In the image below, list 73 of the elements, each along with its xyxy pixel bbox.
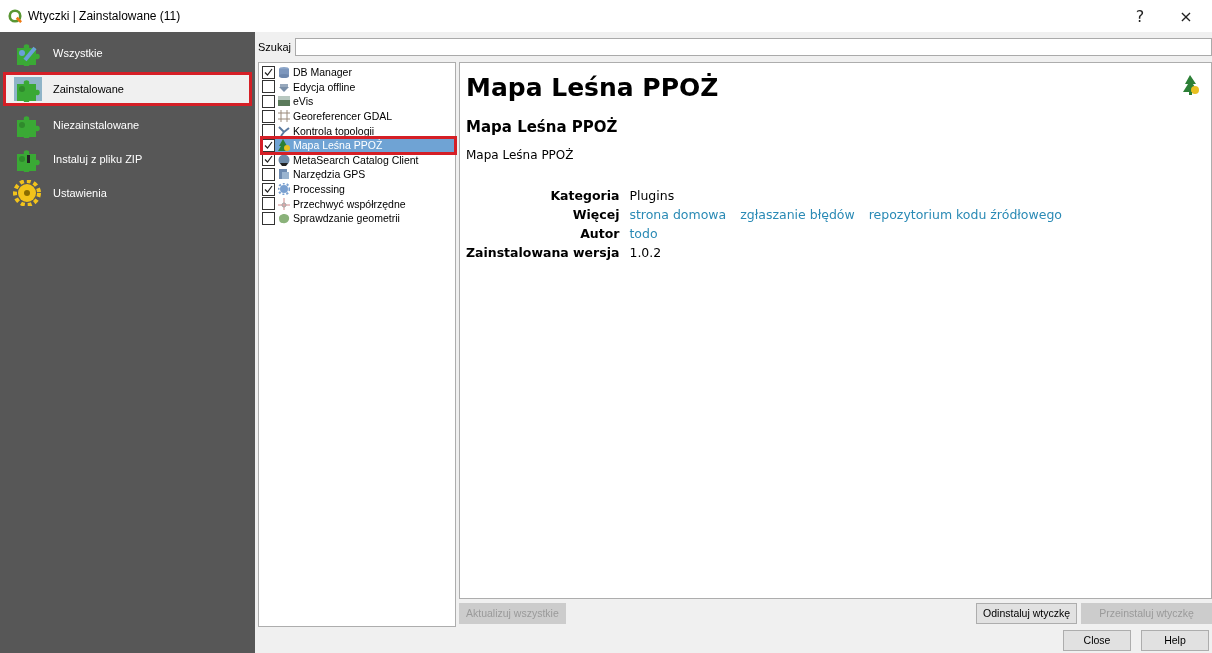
plugin-item[interactable]: Processing	[262, 181, 455, 197]
sidebar-label: Ustawienia	[53, 187, 107, 199]
checkbox[interactable]	[262, 95, 275, 108]
blob-icon	[278, 212, 290, 225]
action-button[interactable]: Odinstaluj wtyczkę	[976, 602, 1077, 624]
sidebar-item[interactable]: Zainstalowane	[3, 72, 252, 106]
field-value: Plugins	[629, 188, 675, 203]
plugin-name: Sprawdzanie geometrii	[293, 212, 400, 225]
link[interactable]: zgłaszanie błędów	[740, 207, 855, 222]
plugin-item[interactable]: Sprawdzanie geometrii	[262, 210, 455, 226]
plugin-item[interactable]: Przechwyć współrzędne	[262, 196, 455, 211]
search-field[interactable]	[295, 38, 1212, 56]
globe-icon	[278, 153, 290, 166]
tree-icon	[278, 139, 290, 152]
plugin-name: Kontrola topologii	[293, 124, 375, 137]
checkbox[interactable]	[262, 211, 275, 225]
window-title: Wtyczki | Zainstalowane (11)	[28, 9, 182, 23]
help-button[interactable]: ?	[1120, 2, 1160, 30]
plugin-item[interactable]: Narzędzia GPS	[262, 167, 455, 182]
checkbox[interactable]	[262, 167, 275, 181]
gear-icon	[278, 183, 290, 196]
app-logo-icon	[8, 9, 22, 23]
plugin-name: DB Manager	[293, 66, 352, 79]
plugin-name: Edycja offline	[293, 80, 356, 93]
plugin-title: Mapa Leśna PPOŻ	[466, 73, 719, 102]
link[interactable]: todo	[629, 226, 658, 241]
puzzle-icon	[13, 76, 43, 102]
checkbox[interactable]	[262, 182, 275, 196]
plugin-item[interactable]: MetaSearch Catalog Client	[262, 152, 455, 168]
link[interactable]: strona domowa	[629, 207, 727, 222]
field-label: Kategoria	[549, 188, 620, 203]
checkbox[interactable]	[262, 80, 275, 94]
plugin-name: Processing	[293, 183, 345, 196]
database-icon	[278, 66, 290, 79]
plugin-name: MetaSearch Catalog Client	[293, 153, 419, 166]
plugin-name: Narzędzia GPS	[293, 168, 366, 181]
plugin-item[interactable]: Edycja offline	[262, 79, 455, 95]
checkbox[interactable]	[262, 65, 275, 79]
field-label: Autor	[579, 226, 620, 241]
plugin-item[interactable]: DB Manager	[262, 65, 455, 80]
checkbox[interactable]	[262, 138, 275, 152]
checkbox[interactable]	[262, 109, 275, 123]
field-label: Zainstalowana wersja	[466, 245, 620, 260]
action-button[interactable]: Close	[1063, 629, 1131, 651]
plugin-name: Przechwyć współrzędne	[293, 197, 406, 210]
close-button[interactable]: ×	[1166, 2, 1206, 30]
plugin-item[interactable]: Kontrola topologii	[262, 123, 455, 138]
sidebar-label: Niezainstalowane	[53, 119, 140, 131]
sidebar-item[interactable]: Ustawienia	[3, 178, 252, 208]
plugin-name: eVis	[293, 95, 314, 108]
sidebar-label: Zainstalowane	[53, 83, 124, 95]
plugin-item[interactable]: eVis	[262, 94, 455, 109]
plugin-subtitle: Mapa Leśna PPOŻ	[466, 118, 619, 136]
field-label: Więcej	[571, 207, 620, 222]
tree-icon	[1183, 75, 1199, 95]
landscape-icon	[278, 95, 290, 108]
plugin-name: Mapa Leśna PPOŻ	[293, 139, 383, 152]
plugin-description: Mapa Leśna PPOŻ	[466, 148, 575, 162]
sidebar-item[interactable]: Niezainstalowane	[3, 110, 252, 140]
sidebar-item[interactable]: Instaluj z pliku ZIP	[3, 144, 252, 174]
checkbox[interactable]	[262, 197, 275, 211]
sidebar-item[interactable]: Wszystkie	[3, 38, 252, 68]
search-label: Szukaj	[258, 41, 292, 53]
gear-icon	[13, 180, 43, 206]
plugin-item[interactable]: Georeferencer GDAL	[262, 108, 455, 124]
action-button[interactable]: Help	[1141, 629, 1209, 651]
crosshair-icon	[278, 197, 290, 210]
sidebar-label: Wszystkie	[53, 47, 103, 59]
grid-icon	[278, 110, 290, 123]
field-value: 1.0.2	[629, 245, 662, 260]
sidebar-label: Instaluj z pliku ZIP	[53, 153, 143, 165]
link[interactable]: repozytorium kodu źródłowego	[868, 207, 1062, 222]
plugin-name: Georeferencer GDAL	[293, 110, 393, 123]
